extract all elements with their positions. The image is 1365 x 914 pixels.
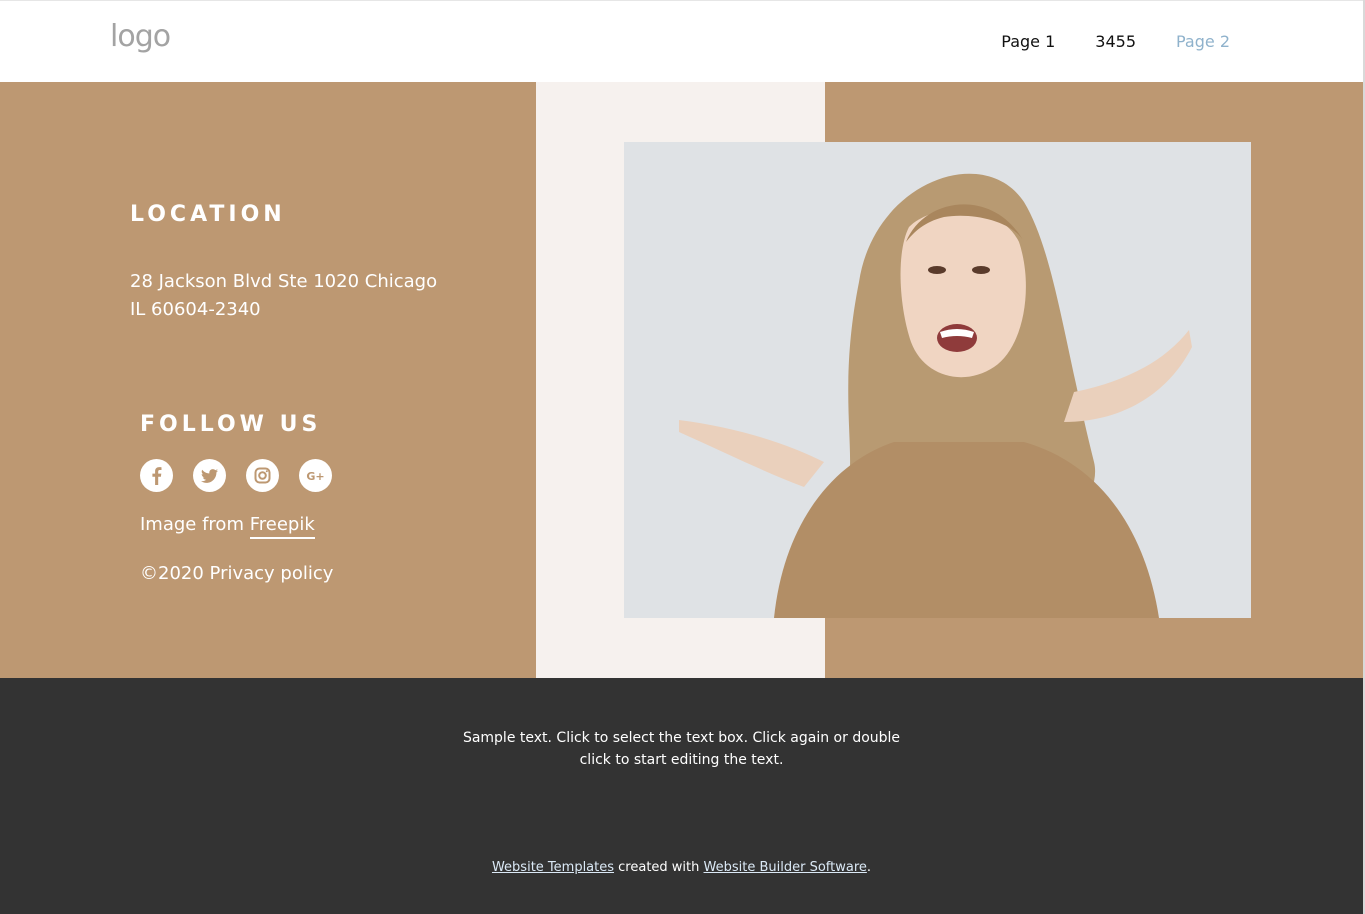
nav-item-3455[interactable]: 3455 [1095, 32, 1136, 51]
social-icons: G+ [140, 459, 332, 492]
google-plus-icon[interactable]: G+ [299, 459, 332, 492]
image-credit: Image from Freepik [140, 514, 315, 539]
footer-credit-end: . [866, 860, 872, 875]
image-credit-prefix: Image from [140, 514, 250, 535]
footer-sample-line-1: Sample text. Click to select the text bo… [462, 730, 901, 746]
hero-photo [624, 142, 1251, 618]
facebook-icon[interactable] [140, 459, 173, 492]
site-header: logo Page 1 3455 Page 2 [0, 0, 1363, 82]
smiling-woman-image [624, 142, 1251, 618]
logo[interactable]: logo [110, 19, 171, 54]
location-title: LOCATION [130, 202, 286, 227]
main-nav: Page 1 3455 Page 2 [1001, 32, 1230, 51]
follow-us-title: FOLLOW US [140, 412, 322, 437]
website-templates-link[interactable]: Website Templates [492, 860, 614, 875]
site-footer: Sample text. Click to select the text bo… [0, 678, 1363, 914]
copyright: ©2020 Privacy policy [140, 563, 334, 584]
contact-section: LOCATION 28 Jackson Blvd Ste 1020 Chicag… [0, 82, 1363, 678]
address-line-1: 28 Jackson Blvd Ste 1020 Chicago [130, 271, 438, 292]
website-builder-software-link[interactable]: Website Builder Software [704, 860, 867, 875]
freepik-link[interactable]: Freepik [249, 514, 315, 539]
svg-text:G+: G+ [306, 470, 324, 483]
footer-sample-line-2: click to start editing the text. [579, 752, 784, 768]
nav-item-page-2[interactable]: Page 2 [1176, 32, 1230, 51]
instagram-icon[interactable] [246, 459, 279, 492]
nav-item-page-1[interactable]: Page 1 [1001, 32, 1055, 51]
address-line-2: IL 60604-2340 [130, 299, 261, 320]
footer-credit-middle: created with [614, 860, 704, 875]
footer-credit-links: Website Templates created with Website B… [0, 860, 1363, 875]
footer-sample-text[interactable]: Sample text. Click to select the text bo… [0, 727, 1363, 771]
twitter-icon[interactable] [193, 459, 226, 492]
address: 28 Jackson Blvd Ste 1020 Chicago IL 6060… [130, 268, 437, 324]
